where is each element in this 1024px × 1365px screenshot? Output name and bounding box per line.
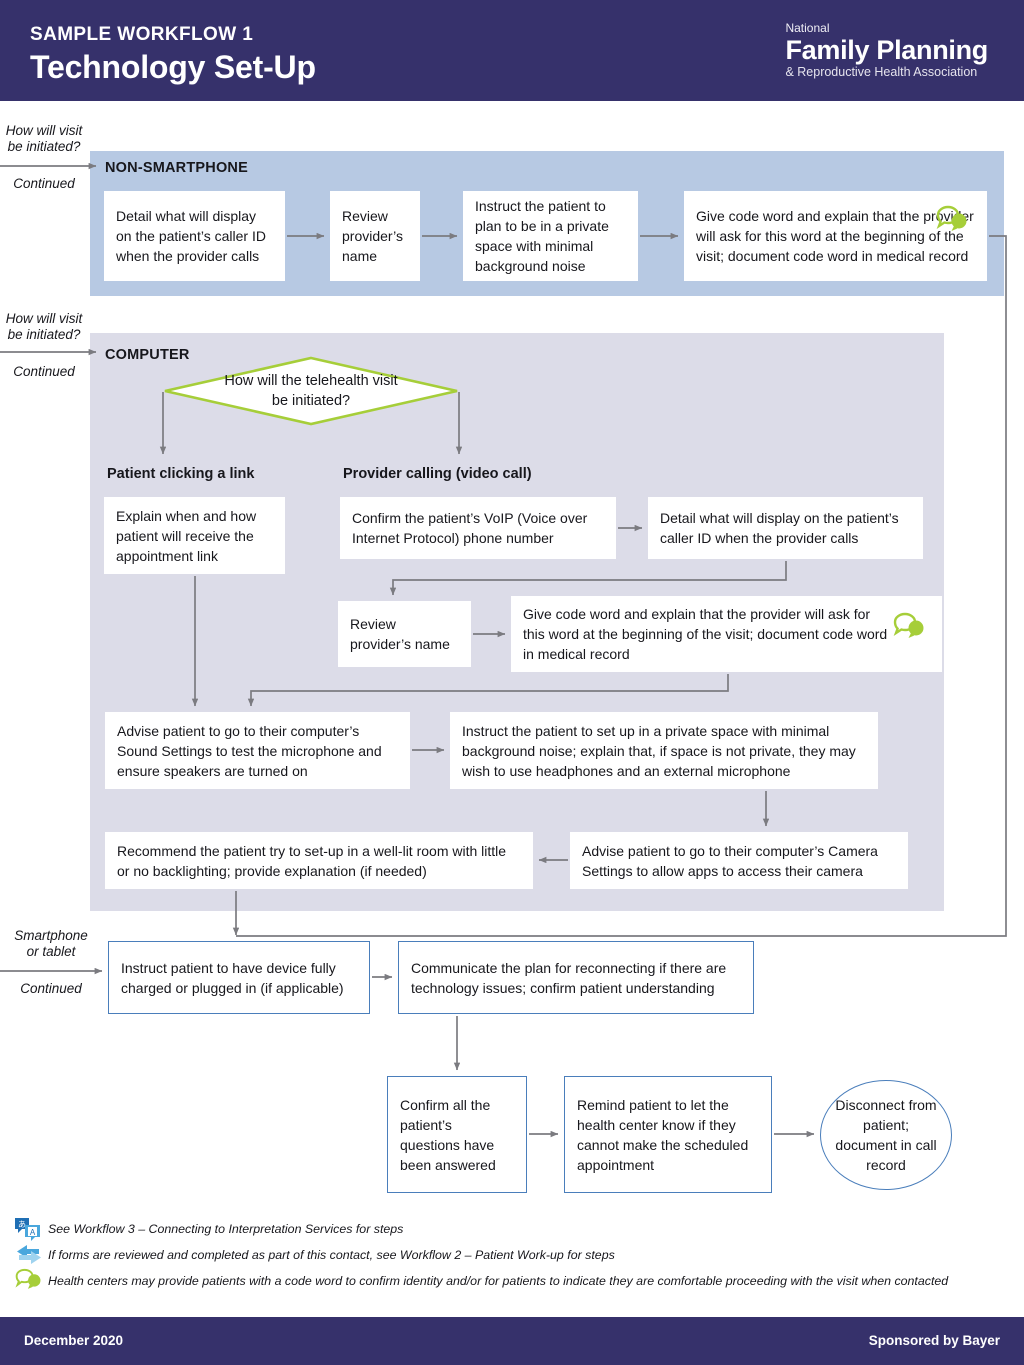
speech-bubbles-icon (935, 205, 969, 240)
legend-row-workflow2: If forms are reviewed and completed as p… (14, 1242, 1014, 1268)
step-box-ns4[interactable]: Give code word and explain that the prov… (684, 191, 987, 281)
step-text: Instruct the patient to set up in a priv… (462, 722, 856, 779)
terminator-text: Disconnect from patient; document in cal… (835, 1097, 937, 1173)
step-box-f1[interactable]: Instruct patient to have device fully ch… (108, 941, 370, 1014)
speech-bubbles-icon (892, 612, 926, 647)
step-box-c2[interactable]: Confirm the patient’s VoIP (Voice over I… (340, 497, 616, 559)
step-box-ns3[interactable]: Instruct the patient to plan to be in a … (463, 191, 638, 281)
speech-bubbles-icon (14, 1268, 48, 1294)
decision-text-line2: be initiated? (271, 393, 351, 409)
step-text: Give code word and explain that the prov… (523, 606, 888, 662)
step-box-ns1[interactable]: Detail what will display on the patient’… (104, 191, 285, 281)
step-text: Review provider’s name (342, 208, 403, 264)
entry-device-line2: or tablet (26, 944, 76, 959)
band-label-nonsmartphone: NON-SMARTPHONE (105, 160, 248, 176)
logo-line-national: National (785, 21, 830, 35)
exchange-arrows-icon (14, 1242, 48, 1268)
step-box-c3[interactable]: Detail what will display on the patient’… (648, 497, 923, 559)
step-text: Give code word and explain that the prov… (696, 208, 974, 264)
svg-text:A: A (30, 1228, 36, 1237)
decision-text-line1: How will the telehealth visit (224, 373, 398, 389)
step-text: Advise patient to go to their computer’s… (582, 842, 878, 879)
entry-continued: Continued (13, 364, 75, 379)
step-text: Instruct the patient to plan to be in a … (475, 198, 609, 274)
logo-line-family-planning: Family Planning (785, 35, 988, 65)
step-text: Remind patient to let the health center … (577, 1096, 749, 1173)
page-footer: December 2020 Sponsored by Bayer (0, 1317, 1024, 1365)
step-box-c5[interactable]: Give code word and explain that the prov… (511, 596, 942, 672)
branch-label-left: Patient clicking a link (107, 466, 255, 482)
step-box-f3[interactable]: Confirm all the patient’s questions have… (387, 1076, 527, 1193)
step-box-f2[interactable]: Communicate the plan for reconnecting if… (398, 941, 754, 1014)
legend-text: Health centers may provide patients with… (48, 1274, 949, 1288)
step-box-c8[interactable]: Recommend the patient try to set-up in a… (105, 832, 533, 889)
step-box-c9[interactable]: Advise patient to go to their computer’s… (570, 832, 908, 889)
footer-sponsor: Sponsored by Bayer (868, 1333, 1000, 1348)
translation-icon: あ A (14, 1216, 48, 1242)
step-text: Detail what will display on the patient’… (116, 208, 266, 264)
step-box-f4[interactable]: Remind patient to let the health center … (564, 1076, 772, 1193)
step-box-c6[interactable]: Advise patient to go to their computer’s… (105, 712, 410, 789)
header-kicker: SAMPLE WORKFLOW 1 (30, 24, 254, 45)
step-text: Instruct patient to have device fully ch… (121, 959, 344, 996)
entry-continued: Continued (13, 176, 75, 191)
step-box-c1[interactable]: Explain when and how patient will receiv… (104, 497, 285, 574)
terminator-disconnect[interactable]: Disconnect from patient; document in cal… (820, 1080, 952, 1190)
footer-date: December 2020 (24, 1333, 124, 1348)
workflow-page: SAMPLE WORKFLOW 1 Technology Set-Up Nati… (0, 0, 1024, 1365)
step-text: Detail what will display on the patient’… (660, 510, 899, 546)
step-box-ns2[interactable]: Review provider’s name (330, 191, 420, 281)
step-box-c7[interactable]: Instruct the patient to set up in a priv… (450, 712, 878, 789)
organization-logo: National Family Planning & Reproductive … (785, 22, 988, 80)
entry-question-line2: be initiated? (7, 327, 81, 342)
step-text: Advise patient to go to their computer’s… (117, 722, 382, 779)
step-text: Review provider’s name (350, 616, 450, 652)
legend-row-workflow3: あ A See Workflow 3 – Connecting to Inter… (14, 1216, 1014, 1242)
step-box-c4[interactable]: Review provider’s name (338, 601, 471, 667)
entry-question-line2: be initiated? (7, 139, 81, 154)
entry-continued: Continued (20, 981, 82, 996)
legend-text: If forms are reviewed and completed as p… (48, 1248, 615, 1262)
branch-label-right: Provider calling (video call) (343, 466, 532, 482)
step-text: Communicate the plan for reconnecting if… (411, 959, 727, 996)
decision-diamond: How will the telehealth visit be initiat… (163, 356, 459, 426)
entry-device-line1: Smartphone (14, 928, 88, 943)
legend-row-codeword: Health centers may provide patients with… (14, 1268, 1014, 1294)
page-header: SAMPLE WORKFLOW 1 Technology Set-Up Nati… (0, 0, 1024, 101)
logo-line-subtitle: & Reproductive Health Association (785, 65, 978, 79)
entry-question-line1: How will visit (5, 311, 83, 326)
legend-text: See Workflow 3 – Connecting to Interpret… (48, 1222, 404, 1236)
step-text: Explain when and how patient will receiv… (116, 507, 257, 564)
step-text: Confirm the patient’s VoIP (Voice over I… (352, 510, 588, 546)
step-text: Confirm all the patient’s questions have… (400, 1096, 496, 1173)
entry-label-smartphone: Smartphone or tablet Continued (2, 928, 100, 997)
legend-notes: あ A See Workflow 3 – Connecting to Inter… (14, 1216, 1014, 1294)
entry-label-computer: How will visit be initiated? Continued (2, 311, 86, 380)
decision-text: How will the telehealth visit be initiat… (163, 356, 459, 426)
entry-label-nonsmartphone: How will visit be initiated? Continued (2, 123, 86, 192)
step-text: Recommend the patient try to set-up in a… (117, 842, 507, 879)
entry-question-line1: How will visit (5, 123, 83, 138)
page-title: Technology Set-Up (30, 49, 316, 85)
svg-text:あ: あ (18, 1220, 26, 1229)
